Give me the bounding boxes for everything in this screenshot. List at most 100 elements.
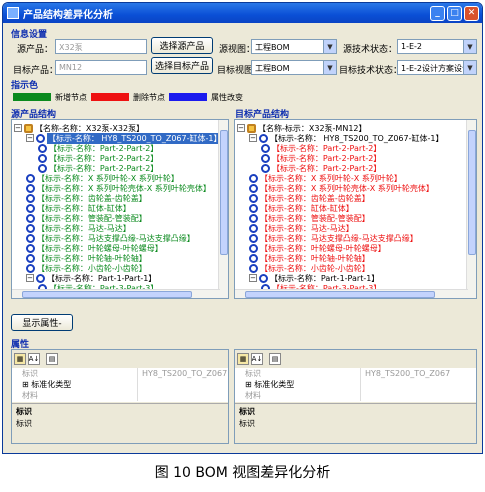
property-key: 标识 (22, 369, 38, 378)
property-value[interactable] (360, 379, 365, 390)
right-property-grid[interactable]: ▦ A↓ ▤ 标识 HY8_TS200_TO_Z067 ⊞ 标准化类型 材料 标识 标… (234, 349, 477, 444)
tree-node[interactable]: 【标示-名称：叶轮轴-叶轮轴】 (235, 253, 370, 263)
property-row[interactable]: 材料 (235, 390, 476, 401)
property-value[interactable] (137, 390, 142, 401)
source-tree-panel[interactable]: − 【名称-名称：X32泵-X32泵】 − 【标示-名称： HY8_TS200_TO_… (11, 119, 229, 299)
title-bar[interactable]: 产品结构差异化分析 _ □ ✕ (3, 3, 482, 23)
part-icon (26, 183, 35, 193)
tree-node[interactable]: 【标示-名称：马达-马达】 (12, 223, 131, 233)
part-icon (36, 133, 45, 143)
select-target-button[interactable]: 选择目标产品 (151, 57, 213, 74)
tree-node[interactable]: 【标示-名称：Part-2-Part-2】 (235, 143, 381, 153)
tree-node[interactable]: 【标示-名称：管装配-管装配】 (12, 213, 147, 223)
categorized-icon[interactable]: ▦ (14, 353, 26, 365)
tree-node[interactable]: 【标示-名称：Part-2-Part-2】 (235, 153, 381, 163)
minimize-button[interactable]: _ (430, 5, 445, 21)
tree-node[interactable]: 【标示-名称：马达支撑凸缘-马达支撑凸缘】 (12, 233, 195, 243)
tree-node[interactable]: − 【名称-名称：X32泵-X32泵】 (12, 123, 144, 133)
tree-node[interactable]: 【标示-名称：Part-2-Part-2】 (12, 163, 158, 173)
sort-alpha-icon[interactable]: A↓ (28, 353, 40, 365)
property-value[interactable] (137, 379, 142, 390)
tree-node[interactable]: 【标示-名称：小齿轮-小齿轮】 (235, 263, 370, 273)
maximize-button[interactable]: □ (447, 5, 462, 21)
tree-node[interactable]: 【标示-名称：Part-2-Part-2】 (12, 153, 158, 163)
chevron-down-icon[interactable]: ▼ (323, 61, 336, 74)
tree-node[interactable]: 【标示-名称：缸体-缸体】 (235, 203, 354, 213)
source-horizontal-scrollbar[interactable] (12, 289, 220, 298)
sort-alpha-icon[interactable]: A↓ (251, 353, 263, 365)
tree-node[interactable]: − 【标示-名称： HY8_TS200_TO_Z067-缸体-1】 (12, 132, 223, 144)
tree-node[interactable]: 【标示-名称：马达-马达】 (235, 223, 354, 233)
property-key: ⊞ 标准化类型 (245, 380, 295, 389)
tree-node[interactable]: 【标示-名称：X 系列叶轮壳体-X 系列叶轮壳体】 (12, 183, 211, 193)
scroll-thumb[interactable] (245, 291, 435, 298)
tree-node[interactable]: 【标示-名称：X 系列叶轮-X 系列叶轮】 (12, 173, 179, 183)
source-tech-select[interactable]: 1-E-2 ▼ (397, 39, 477, 54)
scroll-thumb[interactable] (468, 130, 476, 255)
tree-node[interactable]: 【标示-名称：缸体-缸体】 (12, 203, 131, 213)
scroll-thumb[interactable] (22, 291, 192, 298)
tree-node[interactable]: 【标示-名称：叶轮螺母-叶轮螺母】 (235, 243, 386, 253)
source-product-field[interactable]: X32泵 (55, 39, 147, 54)
property-value[interactable]: HY8_TS200_TO_Z067 (137, 368, 227, 379)
source-vertical-scrollbar[interactable] (218, 120, 228, 298)
show-properties-button[interactable]: 显示属性- (11, 314, 73, 331)
legend-label: 属性改变 (211, 93, 243, 102)
property-pages-icon[interactable]: ▤ (269, 353, 281, 365)
categorized-icon[interactable]: ▦ (237, 353, 249, 365)
legend-swatch (13, 93, 51, 101)
legend-label: 删除节点 (133, 93, 165, 102)
expand-toggle-icon[interactable]: − (237, 124, 245, 132)
tree-node[interactable]: 【标示-名称：齿轮盖-齿轮盖】 (235, 193, 370, 203)
tree-node[interactable]: 【标示-名称：齿轮盖-齿轮盖】 (12, 193, 147, 203)
tree-node[interactable]: 【标示-名称：叶轮螺母-叶轮螺母】 (12, 243, 163, 253)
target-tech-select[interactable]: 1-E-2设计方案设计 ▼ (397, 60, 477, 75)
expand-toggle-icon[interactable]: − (249, 274, 257, 282)
tree-node[interactable]: 【标示-名称：X 系列叶轮壳体-X 系列叶轮壳体】 (235, 183, 434, 193)
source-view-value: 工程BOM (255, 43, 290, 52)
part-icon (36, 273, 45, 283)
expand-toggle-icon[interactable]: − (26, 134, 34, 142)
select-source-button[interactable]: 选择源产品 (151, 37, 213, 54)
target-tree-panel[interactable]: − 【名称-标示：X32泵-MN12】 − 【标示-名称： HY8_TS200_TO_… (234, 119, 477, 299)
chevron-down-icon[interactable]: ▼ (463, 61, 476, 74)
property-value[interactable]: HY8_TS200_TO_Z067 (360, 368, 450, 379)
close-button[interactable]: ✕ (464, 5, 479, 21)
tree-node[interactable]: 【标示-名称：Part-2-Part-2】 (12, 143, 158, 153)
tree-node[interactable]: 【标示-名称：叶轮轴-叶轮轴】 (12, 253, 147, 263)
expand-toggle-icon[interactable]: − (26, 274, 34, 282)
part-icon (26, 173, 35, 183)
property-pages-icon[interactable]: ▤ (46, 353, 58, 365)
scroll-thumb[interactable] (220, 130, 228, 255)
property-row[interactable]: ⊞ 标准化类型 (235, 379, 476, 390)
expand-toggle-icon[interactable]: − (14, 124, 22, 132)
property-row[interactable]: 标识 HY8_TS200_TO_Z067 (235, 368, 476, 379)
expand-toggle-icon[interactable]: − (249, 134, 257, 142)
property-row[interactable]: ⊞ 标准化类型 (12, 379, 228, 390)
target-view-select[interactable]: 工程BOM ▼ (251, 60, 337, 75)
tree-node[interactable]: 【标示-名称：Part-2-Part-2】 (235, 163, 381, 173)
product-icon (24, 123, 33, 133)
part-icon (261, 163, 270, 173)
legend-swatch (91, 93, 129, 101)
tree-node[interactable]: − 【名称-标示：X32泵-MN12】 (235, 123, 367, 133)
tree-node[interactable]: 【标示-名称：X 系列叶轮-X 系列叶轮】 (235, 173, 402, 183)
part-icon (26, 243, 35, 253)
tree-node[interactable]: 【标示-名称：小齿轮-小齿轮】 (12, 263, 147, 273)
tree-node[interactable]: − 【标示-名称： HY8_TS200_TO_Z067-缸体-1】 (235, 133, 443, 143)
target-product-field[interactable]: MN12 (55, 60, 147, 75)
tree-node[interactable]: − 【标示-名称：Part-1-Part-1】 (235, 273, 379, 283)
tree-node[interactable]: 【标示-名称：马达支撑凸缘-马达支撑凸缘】 (235, 233, 418, 243)
property-row[interactable]: 标识 HY8_TS200_TO_Z067 (12, 368, 228, 379)
left-property-grid[interactable]: ▦ A↓ ▤ 标识 HY8_TS200_TO_Z067 ⊞ 标准化类型 材料 标识 标… (11, 349, 229, 444)
tree-node[interactable]: − 【标示-名称：Part-1-Part-1】 (12, 273, 156, 283)
chevron-down-icon[interactable]: ▼ (323, 40, 336, 53)
property-row[interactable]: 材料 (12, 390, 228, 401)
tree-node[interactable]: 【标示-名称：管装配-管装配】 (235, 213, 370, 223)
chevron-down-icon[interactable]: ▼ (463, 40, 476, 53)
window-title: 产品结构差异化分析 (23, 9, 113, 21)
property-value[interactable] (360, 390, 365, 401)
target-vertical-scrollbar[interactable] (466, 120, 476, 298)
source-view-select[interactable]: 工程BOM ▼ (251, 39, 337, 54)
target-horizontal-scrollbar[interactable] (235, 289, 468, 298)
